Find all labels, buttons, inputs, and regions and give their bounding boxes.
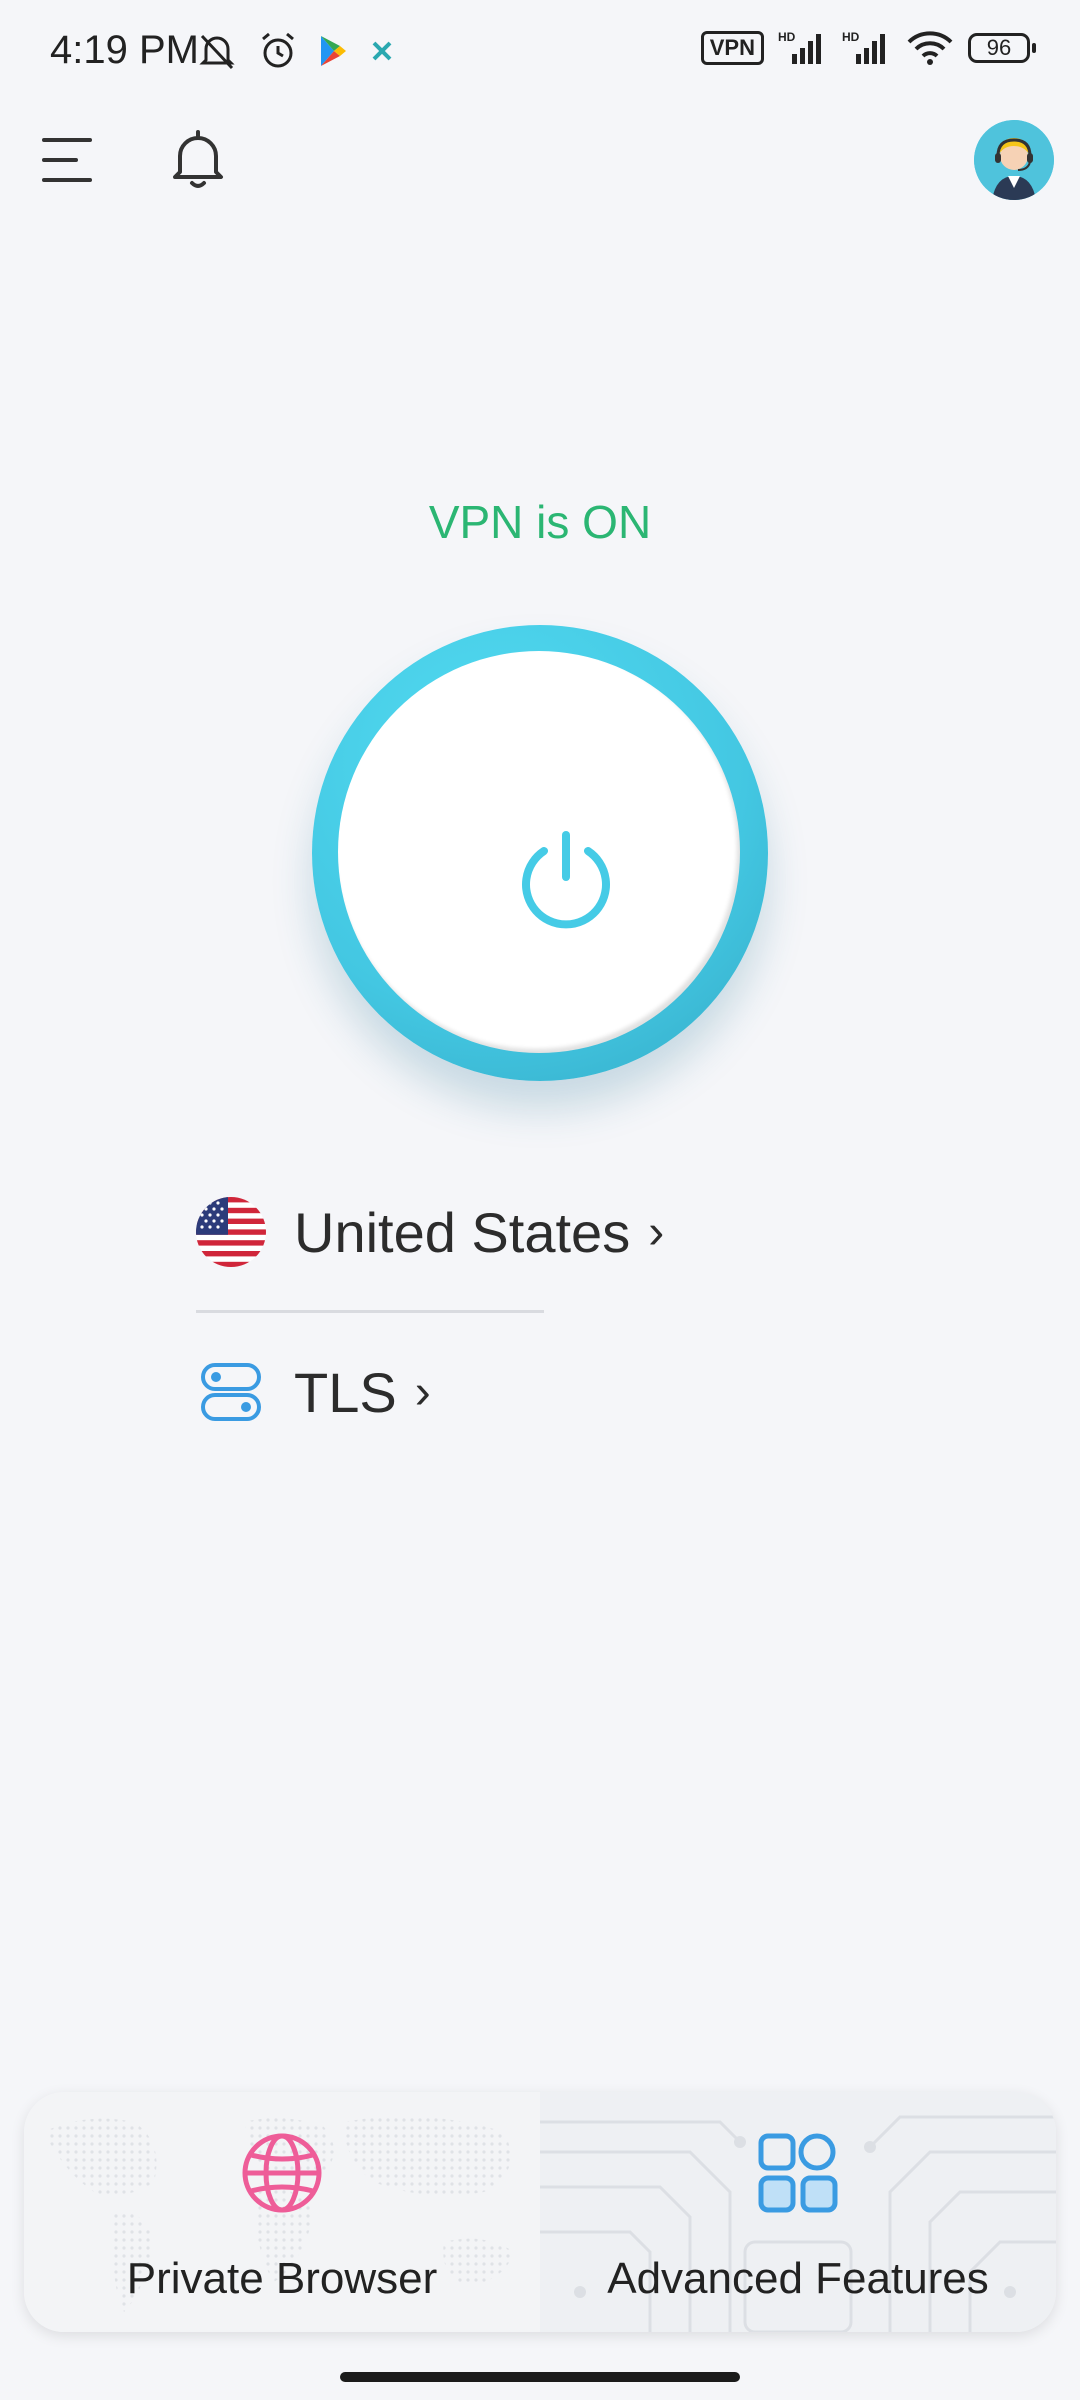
home-indicator[interactable] — [340, 2372, 740, 2382]
vpn-badge: VPN — [700, 31, 764, 65]
private-browser-button[interactable]: Private Browser — [24, 2092, 540, 2332]
vpn-status-text: VPN is ON — [428, 496, 652, 548]
connect-power-button[interactable] — [312, 625, 768, 1081]
alarm-icon — [262, 32, 294, 68]
chevron-right-icon: › — [648, 1205, 665, 1259]
location-selector[interactable]: United States › — [196, 1196, 664, 1268]
hd-label: HD — [778, 30, 796, 44]
status-time: 4:19 PM — [50, 28, 199, 72]
protocol-toggle-icon — [201, 1363, 261, 1421]
power-icon — [522, 831, 610, 929]
signal-hd-icon: HD — [842, 30, 885, 64]
status-system-icons: VPN HD HD 96 — [700, 30, 1036, 66]
location-label: United States — [294, 1200, 631, 1264]
hd-label: HD — [842, 30, 860, 44]
chevron-right-icon: › — [414, 1365, 431, 1419]
support-avatar-icon[interactable] — [974, 120, 1054, 200]
bell-off-icon — [199, 34, 235, 70]
menu-icon[interactable] — [40, 130, 100, 190]
advanced-features-label: Advanced Features — [607, 2254, 989, 2303]
divider — [196, 1310, 544, 1313]
globe-icon — [242, 2133, 322, 2213]
battery-icon: 96 — [968, 33, 1036, 63]
protocol-label: TLS — [294, 1360, 397, 1424]
x-app-icon — [372, 41, 392, 61]
grid-icon — [758, 2133, 838, 2213]
power-button-face — [338, 651, 740, 1053]
private-browser-label: Private Browser — [126, 2254, 438, 2303]
signal-hd-icon: HD — [778, 30, 821, 64]
status-notification-icons — [196, 30, 396, 72]
wifi-icon — [907, 31, 953, 65]
protocol-selector[interactable]: TLS › — [196, 1356, 431, 1428]
vpn-home-screen: 4:19 PM VPN HD HD 96 VPN is ON United St… — [0, 0, 1080, 2400]
us-flag-icon — [196, 1197, 266, 1267]
bell-icon[interactable] — [168, 126, 228, 192]
advanced-features-button[interactable]: Advanced Features — [540, 2092, 1056, 2332]
play-store-icon — [321, 36, 346, 66]
feature-card: Private Browser Advanced Features — [24, 2092, 1056, 2332]
status-bar: 4:19 PM VPN HD HD 96 — [0, 0, 1080, 110]
